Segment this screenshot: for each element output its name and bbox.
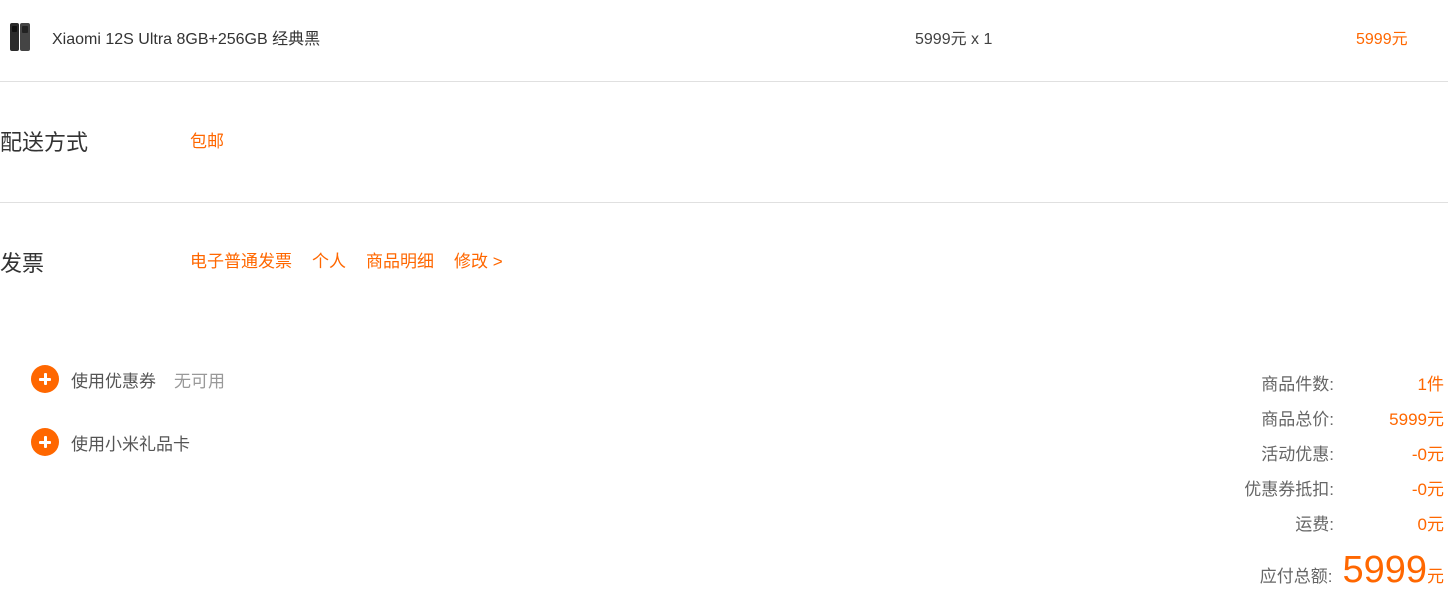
shipping-method-value: 包邮 [190,132,224,151]
summary-row-coupon: 优惠券抵扣: -0元 [1204,475,1444,510]
summary-row-shipping: 运费: 0元 [1204,510,1444,545]
summary-row-subtotal: 商品总价: 5999元 [1204,405,1444,440]
summary-total: 应付总额: 5999 元 [1204,551,1444,589]
product-unit-price: 5999元 x 1 [915,31,993,48]
shipping-section: 配送方式 包邮 [0,82,1448,203]
summary-label: 商品总价: [1261,410,1334,429]
shipping-title: 配送方式 [0,130,89,155]
invoice-edit-link[interactable]: 修改 > [454,247,503,272]
invoice-details: 电子普通发票 个人 商品明细 修改 > [190,247,503,272]
summary-row-count: 商品件数: 1件 [1204,370,1444,405]
plus-circle-icon[interactable] [31,428,59,456]
summary-label: 运费: [1295,515,1334,534]
summary-row-promotion: 活动优惠: -0元 [1204,440,1444,475]
checkout-page: Xiaomi 12S Ultra 8GB+256GB 经典黑 5999元 x 1… [0,0,1448,613]
total-label: 应付总额: [1259,567,1333,586]
order-summary: 商品件数: 1件 商品总价: 5999元 活动优惠: -0元 优惠券抵扣: -0… [1204,370,1444,589]
use-coupon-option[interactable]: 使用优惠券 无可用 [31,365,225,393]
coupon-status: 无可用 [174,371,225,391]
summary-value: 1件 [1417,375,1444,394]
invoice-content: 商品明细 [366,252,434,271]
summary-value: 5999元 [1389,410,1444,429]
phone-thumbnail-icon [10,23,30,51]
use-giftcard-label[interactable]: 使用小米礼品卡 [71,430,190,455]
total-unit: 元 [1427,567,1444,586]
invoice-holder: 个人 [312,252,346,271]
invoice-section: 发票 电子普通发票 个人 商品明细 修改 > [0,203,1448,323]
summary-label: 活动优惠: [1261,445,1334,464]
summary-label: 优惠券抵扣: [1244,480,1334,499]
use-giftcard-option[interactable]: 使用小米礼品卡 [31,428,190,456]
summary-label: 商品件数: [1261,375,1334,394]
total-amount: 5999 [1342,549,1427,591]
use-coupon-label[interactable]: 使用优惠券 [71,367,156,392]
invoice-type: 电子普通发票 [190,252,292,271]
summary-value: 0元 [1417,515,1444,534]
order-item-row: Xiaomi 12S Ultra 8GB+256GB 经典黑 5999元 x 1… [0,0,1448,82]
plus-circle-icon[interactable] [31,365,59,393]
summary-value: -0元 [1411,445,1444,464]
summary-value: -0元 [1411,480,1444,499]
invoice-title: 发票 [0,251,45,276]
product-subtotal: 5999元 [1356,31,1408,48]
product-name: Xiaomi 12S Ultra 8GB+256GB 经典黑 [52,31,321,48]
